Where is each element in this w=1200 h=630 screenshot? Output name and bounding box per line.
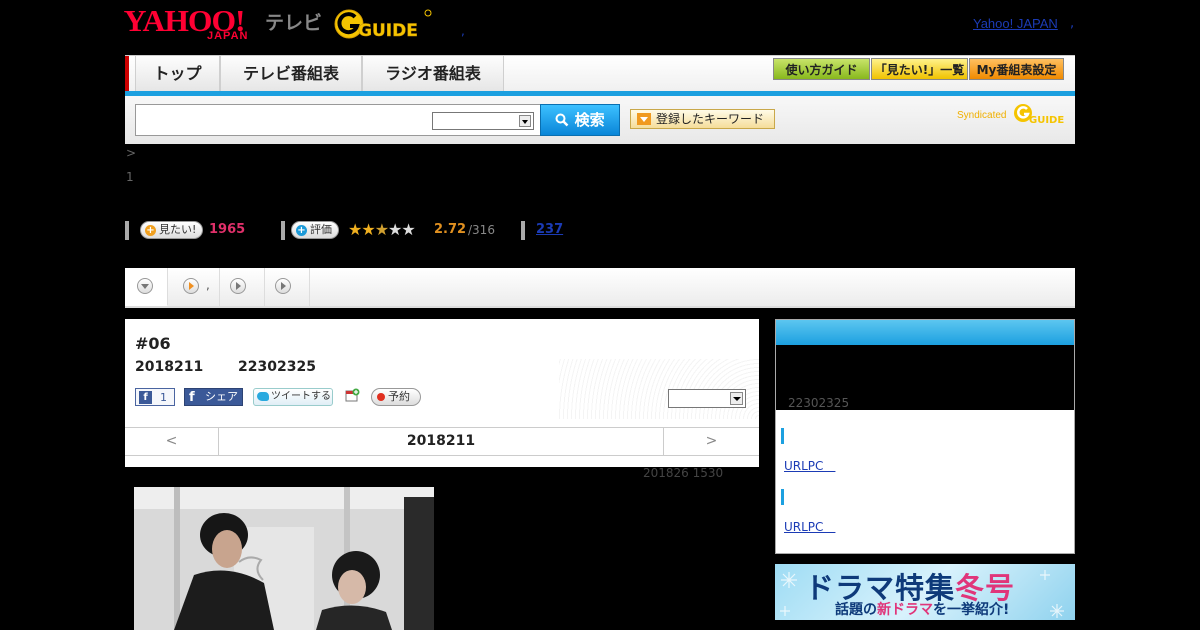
tab-detail[interactable] — [125, 268, 168, 306]
rate-button[interactable]: + 評価 — [291, 221, 339, 239]
syndicated-logo-text: GUIDE — [1029, 115, 1064, 126]
side-panel: 22302325 URLPC URLPC — [775, 319, 1075, 554]
syndicated-gguide-logo: GUIDE — [1013, 102, 1069, 126]
dropdown-arrow-icon — [637, 113, 651, 125]
tv-label[interactable]: テレビ — [265, 8, 322, 35]
review-count-link[interactable]: 237 — [536, 222, 563, 237]
broadcast-date: 2018211 — [135, 359, 204, 375]
current-episode-date: 2018211 — [406, 433, 476, 449]
side-panel-link-1[interactable]: URLPC — [784, 457, 835, 474]
facebook-icon: f — [139, 391, 152, 404]
tweet-button[interactable]: ツイートする — [253, 388, 333, 406]
facebook-like-count: 1 — [160, 391, 167, 404]
rating-value: 2.72 — [434, 222, 467, 237]
facebook-icon: f — [189, 390, 195, 405]
tab-tv-listings[interactable]: テレビ番組表 — [220, 56, 362, 91]
updated-timestamp: 201826 1530 — [643, 466, 724, 480]
tab-section-2-label: , — [206, 278, 210, 292]
episode-title: #06 — [135, 334, 171, 353]
plus-icon: + — [145, 225, 156, 236]
nav-accent-line — [125, 56, 129, 92]
gguide-logo[interactable]: GUIDE — [333, 6, 433, 42]
calendar-add-icon[interactable] — [345, 388, 360, 403]
banner-sub-highlight: 新ドラマ — [877, 602, 933, 618]
guide-button[interactable]: 使い方ガイド — [773, 58, 870, 80]
search-category-select[interactable] — [432, 112, 534, 130]
chevron-down-icon — [137, 278, 153, 294]
gguide-logo-text: GUIDE — [358, 21, 418, 41]
want-label: 見たい! — [159, 223, 197, 236]
facebook-like-button[interactable]: f 1 — [135, 388, 175, 406]
search-button-label: 検索 — [574, 111, 605, 129]
chevron-down-icon — [519, 115, 531, 127]
detail-tabs: , — [125, 268, 1075, 308]
search-icon — [555, 113, 569, 127]
play-icon — [275, 278, 291, 294]
page: YAHOO! JAPAN テレビ GUIDE , Yahoo! JAPAN , … — [0, 0, 1200, 630]
tab-radio-listings[interactable]: ラジオ番組表 — [362, 56, 504, 91]
reserve-button[interactable]: 予約 — [371, 388, 421, 406]
side-panel-link-2[interactable]: URLPC — [784, 518, 835, 535]
tweet-label: ツイートする — [271, 391, 331, 402]
banner-sub-post: を一挙紹介! — [933, 602, 1010, 618]
side-panel-header — [776, 320, 1074, 345]
saved-keywords-label: 登録したキーワード — [656, 112, 765, 126]
drama-special-banner[interactable]: ドラマ特集冬号 話題の新ドラマを一挙紹介! — [775, 564, 1075, 620]
tab-section-4[interactable] — [265, 268, 310, 306]
want-count: 1965 — [209, 222, 246, 237]
saved-keywords-button[interactable]: 登録したキーワード — [630, 109, 775, 129]
yahoo-japan-link[interactable]: Yahoo! JAPAN — [973, 16, 1058, 31]
breadcrumb-sub: 1 — [126, 170, 134, 184]
section-marker — [781, 428, 784, 444]
side-panel-time: 22302325 — [788, 396, 850, 410]
program-select[interactable] — [668, 389, 746, 408]
facebook-share-button[interactable]: f シェア — [184, 388, 243, 406]
tab-section-3[interactable] — [220, 268, 265, 306]
star-empty-icon: ★ — [388, 220, 402, 239]
reserve-label: 予約 — [388, 390, 410, 403]
play-icon — [183, 278, 199, 294]
breadcrumb[interactable]: > — [126, 146, 136, 160]
play-icon — [230, 278, 246, 294]
star-icon: ★ — [348, 220, 362, 239]
header-link-separator: , — [1070, 16, 1075, 31]
plus-icon: + — [296, 225, 307, 236]
next-episode-button[interactable]: > — [663, 428, 759, 455]
yahoo-japan-logo[interactable]: YAHOO! JAPAN — [124, 5, 265, 45]
syndicated-label: Syndicated — [957, 110, 1007, 121]
chevron-down-icon — [730, 392, 743, 405]
global-nav: トップ テレビ番組表 ラジオ番組表 使い方ガイド 「見たい!」一覧 My番組表設… — [125, 55, 1075, 92]
program-photo — [134, 487, 434, 630]
star-half-icon: ★ — [374, 220, 389, 239]
rate-label: 評価 — [310, 223, 332, 236]
broadcast-time: 22302325 — [238, 359, 316, 375]
stat-divider — [281, 221, 285, 240]
search-area: 検索 登録したキーワード Syndicated GUIDE — [125, 96, 1075, 144]
banner-sub-pre: 話題の — [835, 602, 877, 618]
stat-divider — [521, 221, 525, 240]
program-panel: #06 2018211 22302325 f 1 f シェア ツイートする 予約 — [125, 319, 759, 467]
my-listings-button[interactable]: My番組表設定 — [969, 58, 1064, 80]
yahoo-logo-japan: JAPAN — [207, 30, 249, 42]
facebook-share-label: シェア — [205, 390, 238, 403]
star-empty-icon: ★ — [401, 220, 415, 239]
twitter-bird-icon — [257, 392, 269, 401]
prev-episode-button[interactable]: < — [125, 428, 219, 455]
tab-section-2[interactable]: , — [168, 268, 220, 306]
search-button[interactable]: 検索 — [540, 104, 620, 136]
rating-total: /316 — [468, 223, 495, 237]
star-icon: ★ — [361, 220, 375, 239]
want-list-button[interactable]: 「見たい!」一覧 — [871, 58, 968, 80]
rating-stars: ★★★★★ — [348, 220, 416, 239]
banner-subtitle: 話題の新ドラマを一挙紹介! — [835, 599, 1009, 619]
want-button[interactable]: + 見たい! — [140, 221, 204, 239]
stat-divider — [125, 221, 129, 240]
header-comma: , — [461, 24, 465, 38]
episode-pager: < 2018211 > — [125, 427, 759, 456]
record-icon — [377, 393, 385, 401]
tab-top[interactable]: トップ — [135, 56, 220, 91]
section-marker — [781, 489, 784, 505]
